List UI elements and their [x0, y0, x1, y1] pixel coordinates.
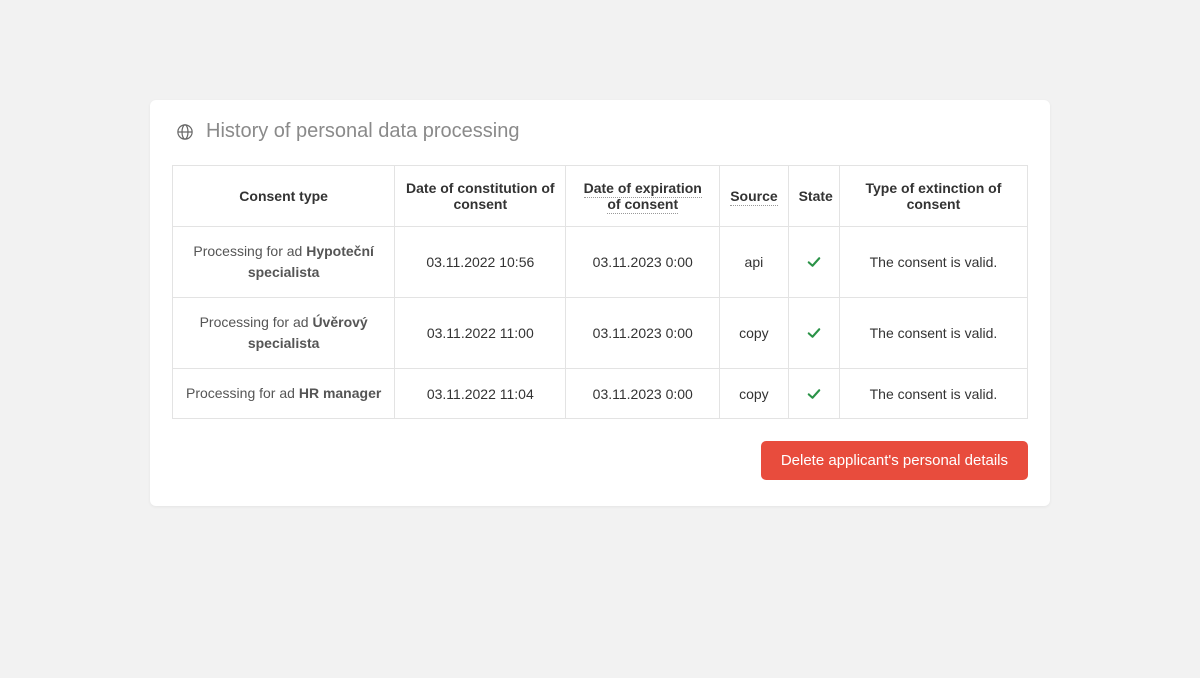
cell-date-expiration: 03.11.2023 0:00 [566, 298, 720, 369]
cell-source: copy [720, 369, 788, 419]
cell-consent-type: Processing for ad Hypoteční specialista [173, 227, 395, 298]
consent-prefix: Processing for ad [193, 243, 306, 259]
check-icon [805, 324, 823, 342]
consent-ad-name: HR manager [299, 385, 381, 401]
table-header-row: Consent type Date of constitution of con… [173, 166, 1028, 227]
th-source-label[interactable]: Source [730, 188, 777, 206]
cell-state [788, 298, 839, 369]
panel-title: History of personal data processing [206, 120, 520, 143]
table-row: Processing for ad Hypoteční specialista … [173, 227, 1028, 298]
consent-history-table: Consent type Date of constitution of con… [172, 165, 1028, 419]
th-date-expiration[interactable]: Date of expiration of consent [566, 166, 720, 227]
th-date-constitution: Date of constitution of consent [395, 166, 566, 227]
history-panel: History of personal data processing Cons… [150, 100, 1050, 506]
cell-extinction: The consent is valid. [839, 369, 1027, 419]
consent-prefix: Processing for ad [186, 385, 299, 401]
th-consent-type: Consent type [173, 166, 395, 227]
cell-date-constitution: 03.11.2022 11:00 [395, 298, 566, 369]
th-source[interactable]: Source [720, 166, 788, 227]
consent-prefix: Processing for ad [200, 314, 313, 330]
cell-source: api [720, 227, 788, 298]
table-body: Processing for ad Hypoteční specialista … [173, 227, 1028, 419]
cell-date-expiration: 03.11.2023 0:00 [566, 227, 720, 298]
table-row: Processing for ad HR manager 03.11.2022 … [173, 369, 1028, 419]
cell-consent-type: Processing for ad HR manager [173, 369, 395, 419]
cell-extinction: The consent is valid. [839, 298, 1027, 369]
table-row: Processing for ad Úvěrový specialista 03… [173, 298, 1028, 369]
th-date-expiration-label[interactable]: Date of expiration of consent [584, 180, 702, 214]
check-icon [805, 253, 823, 271]
delete-personal-details-button[interactable]: Delete applicant's personal details [761, 441, 1028, 480]
actions-row: Delete applicant's personal details [172, 441, 1028, 480]
th-state: State [788, 166, 839, 227]
check-icon [805, 385, 823, 403]
cell-consent-type: Processing for ad Úvěrový specialista [173, 298, 395, 369]
cell-state [788, 227, 839, 298]
cell-date-constitution: 03.11.2022 11:04 [395, 369, 566, 419]
cell-extinction: The consent is valid. [839, 227, 1027, 298]
cell-date-constitution: 03.11.2022 10:56 [395, 227, 566, 298]
cell-state [788, 369, 839, 419]
cell-date-expiration: 03.11.2023 0:00 [566, 369, 720, 419]
globe-icon [176, 123, 194, 141]
panel-header: History of personal data processing [172, 120, 1028, 143]
cell-source: copy [720, 298, 788, 369]
th-extinction: Type of extinction of consent [839, 166, 1027, 227]
